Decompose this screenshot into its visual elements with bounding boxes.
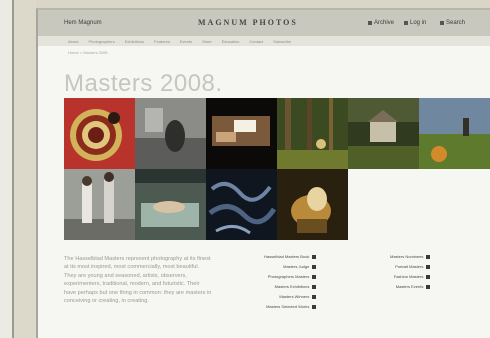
bath-photo	[135, 169, 206, 240]
nav-item-education[interactable]: Education	[222, 39, 240, 44]
link-masters-exhibitions[interactable]: Masters Exhibitions	[275, 284, 317, 289]
photo-tile-house-landscape[interactable]	[348, 98, 419, 169]
photo-grid	[64, 98, 490, 240]
link-masters-book[interactable]: Hasselblad Masters Book	[264, 254, 317, 259]
link-photographers-masters[interactable]: Photographers Masters	[268, 274, 317, 279]
web-page: Hem Magnum MAGNUM PHOTOS Archive Log in …	[36, 8, 490, 338]
square-bullet-icon	[312, 304, 317, 309]
forest-photo	[277, 98, 348, 169]
photo-tile-rings[interactable]	[64, 98, 135, 169]
link-portrait-masters[interactable]: Portrait Masters	[395, 264, 431, 269]
interior-photo	[206, 98, 277, 169]
util-link-archive[interactable]: Archive	[368, 20, 394, 26]
square-icon	[404, 21, 408, 25]
photo-tile-dancers[interactable]	[64, 169, 135, 240]
link-masters-selected-works[interactable]: Masters Selected Works	[266, 304, 317, 309]
square-bullet-icon	[426, 254, 431, 259]
square-bullet-icon	[312, 254, 317, 259]
adjacent-page-edge	[0, 0, 14, 338]
golden-figure-photo	[277, 169, 348, 240]
square-icon	[368, 21, 372, 25]
square-bullet-icon	[426, 274, 431, 279]
nav-item-features[interactable]: Features	[154, 39, 170, 44]
link-masters-events[interactable]: Masters Events	[396, 284, 431, 289]
photo-tile-figure-gray[interactable]	[135, 98, 206, 169]
field-photo	[419, 98, 490, 169]
nav-item-contact[interactable]: Contact	[249, 39, 263, 44]
dancers-photo	[64, 169, 135, 240]
brand-logo[interactable]: MAGNUM PHOTOS	[198, 18, 298, 27]
dark-texture-photo	[206, 169, 277, 240]
square-icon	[440, 21, 444, 25]
nav-item-exhibitions[interactable]: Exhibitions	[125, 39, 144, 44]
links-column-1: Hasselblad Masters Book Masters Judge Ph…	[264, 254, 317, 309]
house-photo	[348, 98, 419, 169]
home-link[interactable]: Hem Magnum	[64, 20, 102, 26]
square-bullet-icon	[312, 274, 317, 279]
nav-item-photographers[interactable]: Photographers	[88, 39, 114, 44]
link-masters-judge[interactable]: Masters Judge	[283, 264, 317, 269]
breadcrumb[interactable]: Home > Masters 2008	[68, 50, 107, 55]
photo-tile-field-sky[interactable]	[419, 98, 490, 169]
gray-figure-photo	[135, 98, 206, 169]
square-bullet-icon	[426, 264, 431, 269]
photo-tile-golden-figure[interactable]	[277, 169, 348, 240]
square-bullet-icon	[312, 284, 317, 289]
link-masters-nominees[interactable]: Masters Nominees	[390, 254, 431, 259]
square-bullet-icon	[312, 294, 317, 299]
page-title: Masters 2008.	[64, 70, 223, 97]
nav-item-store[interactable]: Store	[202, 39, 212, 44]
link-masters-winners[interactable]: Masters Winners	[279, 294, 317, 299]
nav-item-events[interactable]: Events	[180, 39, 192, 44]
nav-item-subscribe[interactable]: Subscribe	[273, 39, 291, 44]
links-column-2: Masters Nominees Portrait Masters Fashio…	[390, 254, 431, 289]
rings-photo	[64, 98, 135, 169]
main-nav: About Photographers Exhibitions Features…	[38, 36, 490, 46]
util-link-login[interactable]: Log in	[404, 20, 426, 26]
square-bullet-icon	[426, 284, 431, 289]
photo-tile-forest[interactable]	[277, 98, 348, 169]
intro-text: The Hasselblad Masters represent photogr…	[64, 256, 212, 305]
photo-tile-bath[interactable]	[135, 169, 206, 240]
square-bullet-icon	[312, 264, 317, 269]
photo-tile-interior-light[interactable]	[206, 98, 277, 169]
link-fashion-masters[interactable]: Fashion Masters	[394, 274, 431, 279]
top-bar: Hem Magnum MAGNUM PHOTOS Archive Log in …	[38, 10, 490, 37]
page-frame	[14, 0, 36, 338]
nav-item-about[interactable]: About	[68, 39, 78, 44]
photo-tile-dark-texture[interactable]	[206, 169, 277, 240]
util-link-search[interactable]: Search	[440, 20, 465, 26]
